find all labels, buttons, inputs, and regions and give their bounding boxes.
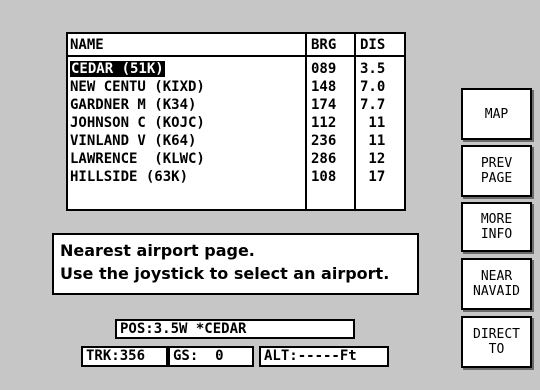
column-header-bearing: BRG [311, 37, 337, 53]
map-button[interactable]: MAP [461, 88, 532, 140]
help-message-line: Nearest airport page. [60, 241, 255, 260]
airport-name: GARDNER M (K34) [70, 97, 197, 113]
airport-distance: 12 [360, 151, 386, 167]
direct-to-button-label: DIRECT [473, 327, 520, 342]
map-button-label: MAP [484, 106, 509, 122]
airport-name: JOHNSON C (KOJC) [70, 115, 205, 131]
groundspeed-readout: GS: 0 [168, 346, 254, 367]
airport-bearing: 112 [311, 115, 337, 131]
airport-row[interactable]: GARDNER M (K34) 174 7.7 [68, 96, 404, 114]
altitude-readout: ALT:-----Ft [259, 346, 389, 367]
airport-bearing: 286 [311, 151, 337, 167]
airport-distance: 7.7 [360, 97, 386, 113]
airport-name: CEDAR (51K) [70, 61, 165, 77]
airport-row-selected[interactable]: CEDAR (51K) 089 3.5 [68, 60, 404, 78]
airport-row[interactable]: NEW CENTU (KIXD) 148 7.0 [68, 78, 404, 96]
direct-to-button-label: TO [488, 342, 505, 357]
airport-bearing: 108 [311, 169, 337, 185]
airport-distance: 11 [360, 133, 386, 149]
airport-name: VINLAND V (K64) [70, 133, 197, 149]
track-readout: TRK:356 [81, 346, 168, 367]
airport-bearing: 236 [311, 133, 337, 149]
help-message-box: Nearest airport page. Use the joystick t… [52, 233, 419, 295]
airport-bearing: 174 [311, 97, 337, 113]
nearest-airport-table: NAME BRG DIS CEDAR (51K) 089 3.5 NEW CEN… [66, 32, 406, 211]
airport-bearing: 089 [311, 61, 337, 77]
more-info-button-label: MORE [480, 212, 513, 227]
column-header-name: NAME [70, 37, 104, 53]
airport-distance: 17 [360, 169, 386, 185]
prev-page-button-label: PAGE [480, 171, 513, 186]
header-divider [68, 55, 404, 57]
airport-bearing: 148 [311, 79, 337, 95]
near-navaid-button-label: NEAR [480, 269, 513, 284]
near-navaid-button[interactable]: NEAR NAVAID [461, 258, 532, 310]
airport-distance: 7.0 [360, 79, 386, 95]
more-info-button-label: INFO [480, 227, 513, 242]
airport-row[interactable]: JOHNSON C (KOJC) 112 11 [68, 114, 404, 132]
airport-distance: 11 [360, 115, 386, 131]
airport-distance: 3.5 [360, 61, 386, 77]
gps-nearest-airport-screen: NAME BRG DIS CEDAR (51K) 089 3.5 NEW CEN… [0, 0, 540, 390]
airport-name: HILLSIDE (63K) [70, 169, 189, 185]
airport-name: NEW CENTU (KIXD) [70, 79, 205, 95]
airport-row[interactable]: VINLAND V (K64) 236 11 [68, 132, 404, 150]
position-readout: POS:3.5W *CEDAR [115, 319, 355, 339]
airport-row[interactable]: HILLSIDE (63K) 108 17 [68, 168, 404, 186]
airport-name: LAWRENCE (KLWC) [70, 151, 205, 167]
prev-page-button-label: PREV [480, 156, 513, 171]
help-message-line: Use the joystick to select an airport. [60, 264, 390, 283]
column-header-distance: DIS [360, 37, 386, 53]
direct-to-button[interactable]: DIRECT TO [461, 316, 532, 368]
near-navaid-button-label: NAVAID [473, 284, 520, 299]
airport-row[interactable]: LAWRENCE (KLWC) 286 12 [68, 150, 404, 168]
prev-page-button[interactable]: PREV PAGE [461, 145, 532, 197]
more-info-button[interactable]: MORE INFO [461, 202, 532, 252]
